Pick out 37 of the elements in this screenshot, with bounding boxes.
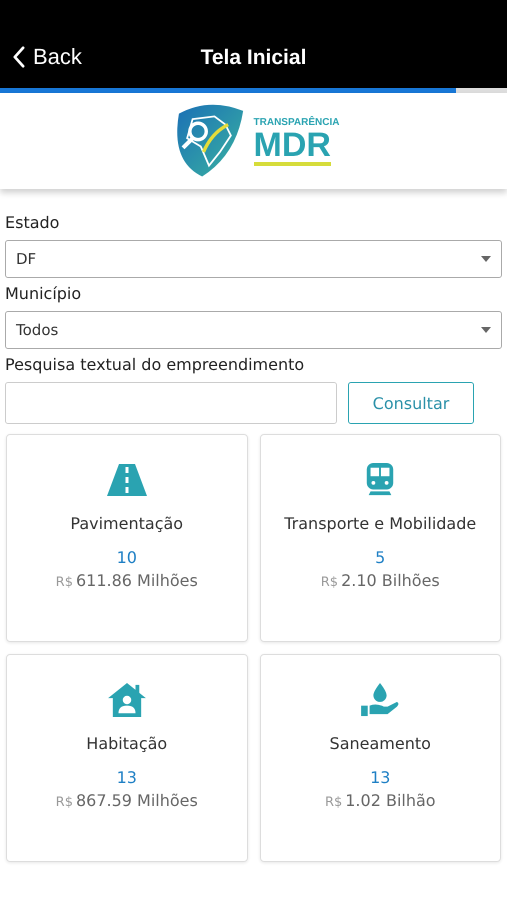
caret-icon	[481, 256, 491, 262]
category-card[interactable]: Habitação 13 R$ 867.59 Milhões	[6, 654, 248, 862]
project-count: 13	[116, 768, 137, 787]
logo-subtitle: TRANSPARÊNCIA	[254, 116, 340, 128]
currency-symbol: R$	[320, 575, 338, 590]
category-title: Habitação	[85, 733, 168, 755]
amount-text: 867.59 Milhões	[76, 791, 198, 810]
currency-symbol: R$	[56, 575, 73, 590]
field-label: Estado	[5, 213, 60, 232]
screen-title: Tela Inicial	[200, 46, 306, 70]
logo-title: MDR	[254, 128, 331, 166]
dropdown[interactable]: Todos	[5, 311, 502, 349]
field-label: Município	[5, 284, 82, 303]
currency-symbol: R$	[56, 795, 73, 810]
category-card[interactable]: Saneamento 13 R$ 1.02 Bilhão	[260, 654, 501, 862]
amount-text: 1.02 Bilhão	[345, 791, 436, 810]
hand-water-icon	[360, 683, 400, 717]
amount-text: 2.10 Bilhões	[341, 571, 440, 590]
category-title: Transporte e Mobilidade	[283, 513, 478, 535]
field-label: Pesquisa textual do empreendimento	[5, 355, 306, 374]
house-icon	[106, 683, 147, 717]
currency-symbol: R$	[324, 795, 342, 810]
caret-icon	[481, 327, 491, 333]
category-title: Pavimentação	[69, 513, 184, 535]
project-count: 13	[370, 768, 390, 787]
back-button[interactable]: Back	[10, 42, 84, 72]
back-icon	[12, 46, 25, 68]
amount-text: 611.86 Milhões	[76, 571, 198, 590]
road-icon	[106, 463, 147, 497]
search-button[interactable]: Consultar	[348, 382, 474, 424]
category-card[interactable]: Transporte e Mobilidade 5 R$ 2.10 Bilhões	[260, 434, 501, 642]
dropdown[interactable]: DF	[5, 240, 502, 278]
project-count: 5	[375, 548, 386, 567]
category-card[interactable]: Pavimentação 10 R$ 611.86 Milhões	[6, 434, 248, 642]
search-field[interactable]	[5, 382, 337, 424]
category-title: Saneamento	[328, 733, 432, 755]
project-count: 10	[116, 548, 137, 567]
